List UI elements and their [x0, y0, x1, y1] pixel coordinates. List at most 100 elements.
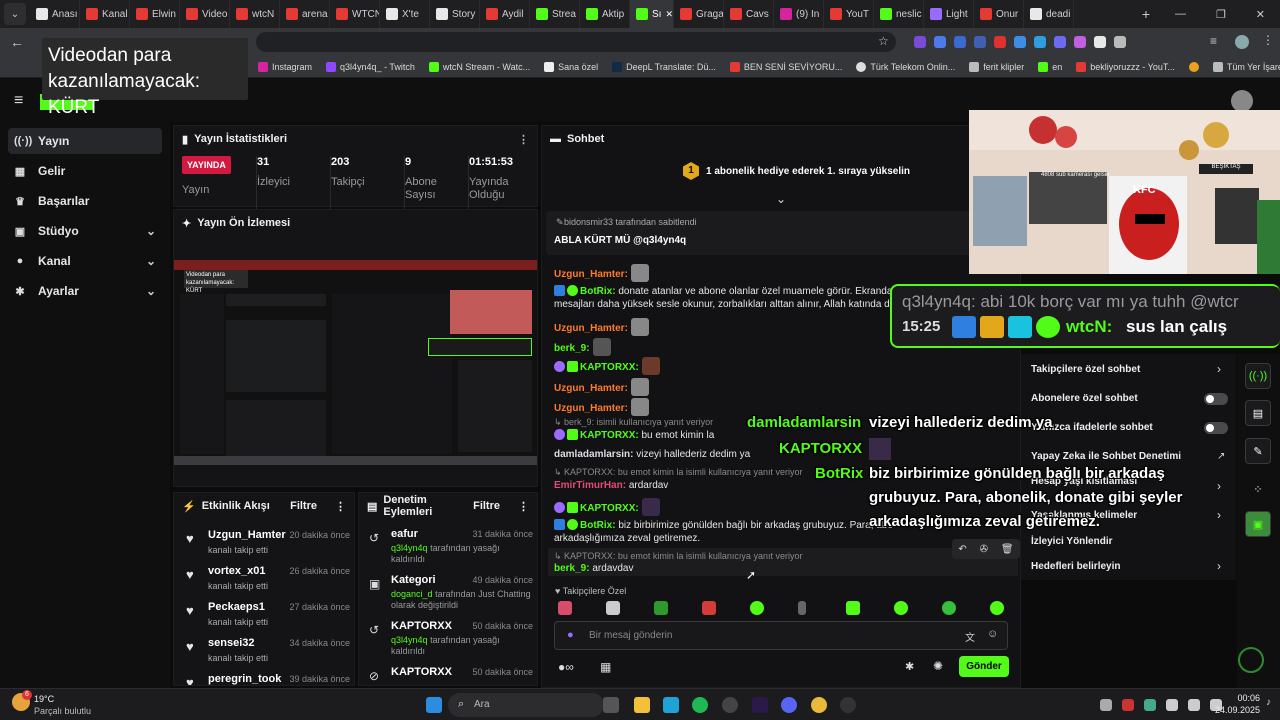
chat-input[interactable]: ● Bir mesaj gönderin 文 ☺ — [554, 621, 1008, 650]
collapse-chevron-icon[interactable]: ⌄ — [776, 192, 786, 206]
browser-tab[interactable]: YouT — [824, 0, 874, 28]
bookmark-twitch[interactable]: q3l4yn4q_ - Twitch — [326, 61, 415, 72]
browser-tab[interactable]: Story — [430, 0, 480, 28]
user-avatar[interactable] — [1231, 90, 1253, 112]
send-button[interactable]: Gönder — [959, 656, 1009, 677]
sidebar-item-gelir[interactable]: ▦ Gelir — [8, 158, 162, 184]
emote-picker-item[interactable] — [942, 601, 956, 615]
obs-icon[interactable] — [840, 697, 856, 713]
chrome-icon[interactable] — [811, 697, 827, 713]
browser-tab[interactable]: Strea — [530, 0, 580, 28]
close-window-icon[interactable]: ✕ — [1256, 8, 1265, 21]
browser-tab[interactable]: WTCN — [330, 0, 380, 28]
menu-item-followers-only[interactable]: Takipçilere özel sohbet — [1031, 364, 1140, 375]
menu-item-raid[interactable]: İzleyici Yönlendir — [1031, 536, 1113, 547]
emote-picker-item[interactable] — [990, 601, 1004, 615]
back-arrow-icon[interactable]: ← — [10, 34, 24, 50]
minimize-icon[interactable]: — — [1175, 8, 1186, 21]
tab-search-button[interactable]: ⌄ — [4, 3, 26, 25]
gift-banner-text[interactable]: 1 abonelik hediye ederek 1. sıraya yükse… — [706, 166, 910, 177]
hamburger-menu-icon[interactable]: ≡ — [14, 92, 23, 110]
menu-item-ai-moderation[interactable]: Yapay Zeka ile Sohbet Denetimi — [1031, 451, 1181, 462]
menu-lines-icon[interactable]: ≡ — [1210, 34, 1217, 48]
emote-picker-item[interactable] — [894, 601, 908, 615]
browser-tab[interactable]: Anası — [30, 0, 80, 28]
emote-picker-item[interactable] — [654, 601, 668, 615]
premiere-icon[interactable] — [752, 697, 768, 713]
toggle-emotes-only[interactable] — [1204, 422, 1228, 434]
bookmark-star-icon[interactable]: ☆ — [878, 34, 889, 48]
bookmark-deepl[interactable]: DeepL Translate: Dü... — [612, 61, 716, 72]
delete-icon[interactable]: 🗑 — [1001, 544, 1014, 555]
bookmark-folder[interactable]: ferit klipler — [969, 61, 1024, 72]
sidebar-item-studyo[interactable]: ▣ Stüdyo ⌄ — [8, 218, 162, 244]
taskbar-search[interactable]: ⌕ Ara — [448, 693, 604, 717]
extension-icon[interactable] — [1094, 36, 1106, 48]
file-explorer-icon[interactable] — [634, 697, 650, 713]
puzzle-icon[interactable] — [1114, 36, 1126, 48]
dots-action-icon[interactable]: ⁘ — [1245, 476, 1271, 502]
sidebar-item-yayin[interactable]: ((·)) Yayın — [8, 128, 162, 154]
browser-tab[interactable]: (9) In — [774, 0, 824, 28]
menu-item-goals[interactable]: Hedefleri belirleyin — [1031, 561, 1120, 572]
bookmark-turk-telekom[interactable]: Türk Telekom Onlin... — [856, 61, 955, 72]
url-field[interactable] — [256, 32, 896, 52]
browser-tab[interactable]: deadi — [1024, 0, 1074, 28]
wrench-action-icon[interactable]: ✎ — [1245, 438, 1271, 464]
bot-icon[interactable]: ✺ — [933, 659, 943, 673]
extension-icon[interactable] — [1014, 36, 1026, 48]
windows-start-icon[interactable] — [426, 697, 442, 713]
pinned-message[interactable]: ✎ bidonsmir33 tarafından sabitlendi ABLA… — [546, 211, 976, 255]
sidebar-item-basarilar[interactable]: ♛ Başarılar — [8, 188, 162, 214]
wifi-icon[interactable] — [1188, 699, 1200, 711]
browser-tab[interactable]: Onur — [974, 0, 1024, 28]
notification-bell-icon[interactable]: ♪ — [1266, 697, 1271, 708]
microphone-icon[interactable]: ● — [567, 629, 574, 641]
shop-icon[interactable]: ▦ — [600, 660, 611, 674]
emote-picker-item[interactable] — [846, 601, 860, 615]
browser-tab[interactable]: X'te — [380, 0, 430, 28]
more-options-icon[interactable]: ⋮ — [335, 500, 346, 513]
browser-tab[interactable]: Sı ✕ — [630, 0, 674, 28]
emote-picker-item[interactable] — [606, 601, 620, 615]
translate-icon[interactable]: 文 — [965, 629, 975, 644]
extension-icon[interactable] — [934, 36, 946, 48]
stack-action-icon[interactable]: ▤ — [1245, 400, 1271, 426]
profile-avatar[interactable] — [1235, 35, 1249, 49]
browser-tab[interactable]: arena — [280, 0, 330, 28]
reply-icon[interactable]: ↶ — [958, 544, 966, 555]
moderation-filter-button[interactable]: Filtre — [473, 500, 500, 512]
kick-points-icon[interactable]: ●∞ — [558, 660, 574, 674]
tray-app-icon[interactable] — [1144, 699, 1156, 711]
sidebar-item-kanal[interactable]: ● Kanal ⌄ — [8, 248, 162, 274]
more-options-icon[interactable]: ⋮ — [518, 133, 529, 146]
browser-tab[interactable]: Aydil — [480, 0, 530, 28]
browser-tab[interactable]: Light — [924, 0, 974, 28]
pin-icon[interactable]: ✇ — [980, 544, 988, 555]
bookmark-youtube-2[interactable]: bekliyoruzzz - YouT... — [1076, 61, 1175, 72]
more-options-icon[interactable]: ⋮ — [518, 500, 529, 513]
app-icon[interactable] — [722, 697, 738, 713]
maximize-icon[interactable]: ❐ — [1216, 8, 1226, 21]
browser-tab[interactable]: Video — [180, 0, 230, 28]
browser-tab[interactable]: Kanal — [80, 0, 130, 28]
emote-picker-item[interactable] — [702, 601, 716, 615]
emote-picker-item[interactable] — [798, 601, 806, 615]
extension-icon[interactable] — [1034, 36, 1046, 48]
extension-icon[interactable] — [1074, 36, 1086, 48]
bookmark-emoji[interactable] — [1188, 61, 1199, 72]
bookmark-en[interactable]: en — [1038, 61, 1062, 72]
new-tab-button[interactable]: + — [1132, 6, 1160, 22]
tray-app-icon[interactable] — [1122, 699, 1134, 711]
kebab-menu-icon[interactable]: ⋮ — [1262, 33, 1274, 47]
toggle-subscribers-only[interactable] — [1204, 393, 1228, 405]
extension-icon[interactable] — [914, 36, 926, 48]
extension-icon[interactable] — [954, 36, 966, 48]
bookmark-instagram[interactable]: Instagram — [258, 61, 312, 72]
microphone-tray-icon[interactable] — [1166, 699, 1178, 711]
bookmark-x[interactable]: Sana özel — [544, 61, 598, 72]
emoji-icon[interactable]: ☺ — [987, 628, 998, 640]
app-action-icon[interactable]: ▣ — [1245, 511, 1271, 537]
broadcast-action-icon[interactable]: ((·)) — [1245, 363, 1271, 389]
close-tab-icon[interactable]: ✕ — [665, 9, 673, 20]
